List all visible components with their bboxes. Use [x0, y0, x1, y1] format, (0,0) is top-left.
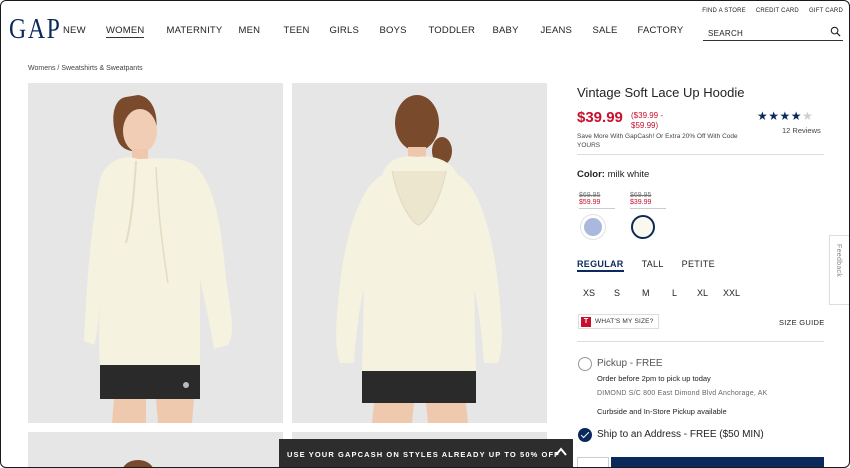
star-empty-icon: ★ [802, 109, 814, 123]
nav-item-teen[interactable]: TEEN [283, 25, 329, 38]
model-back-illustration [292, 83, 547, 423]
whats-my-size-label: WHAT'S MY SIZE? [595, 318, 654, 325]
gift-card-link[interactable]: GIFT CARD [809, 8, 843, 14]
add-to-bag-button[interactable] [611, 457, 824, 467]
search-box [703, 23, 843, 42]
swatch-price-2: $69.95 $39.99 [630, 192, 668, 209]
color-value: milk white [607, 169, 650, 180]
nav-item-new[interactable]: NEW [63, 25, 106, 38]
size-guide-link[interactable]: SIZE GUIDE [779, 318, 825, 327]
price-range-line1: ($39.99 - [631, 111, 664, 120]
star-icon: ★ [768, 109, 780, 123]
gapcash-banner[interactable]: USE YOUR GAPCASH ON STYLES ALREADY UP TO… [279, 439, 573, 467]
price-range-line2: $59.99) [631, 121, 659, 130]
swatch-light-blue[interactable] [581, 215, 605, 239]
product-title: Vintage Soft Lace Up Hoodie [577, 85, 745, 100]
chevron-up-icon[interactable] [555, 447, 567, 457]
size-xs[interactable]: XS [583, 288, 595, 298]
nav-item-sale[interactable]: SALE [592, 25, 637, 38]
size-m[interactable]: M [642, 288, 650, 298]
product-image-3[interactable] [28, 432, 283, 467]
star-icon: ★ [757, 109, 769, 123]
swatch-new-price: $39.99 [630, 199, 666, 209]
ship-label: Ship to an Address - FREE ($50 MIN) [597, 429, 764, 440]
size-xxl[interactable]: XXL [723, 288, 740, 298]
search-icon[interactable] [830, 26, 841, 37]
pickup-store[interactable]: DIMOND S/C 800 East Dimond Blvd Anchorag… [597, 390, 767, 397]
size-s[interactable]: S [614, 288, 620, 298]
swatch-old-price: $69.95 [630, 192, 652, 199]
gapcash-banner-text: USE YOUR GAPCASH ON STYLES ALREADY UP TO… [287, 450, 560, 459]
size-l[interactable]: L [672, 288, 677, 298]
color-label-key: Color: [577, 169, 605, 180]
swatch-milk-white[interactable] [631, 215, 655, 239]
nav-item-girls[interactable]: GIRLS [329, 25, 379, 38]
search-input[interactable] [703, 25, 821, 42]
product-image-back[interactable] [292, 83, 547, 423]
purchase-controls [577, 457, 824, 467]
pickup-label: Pickup - FREE [597, 358, 663, 369]
nav-item-toddler[interactable]: TODDLER [428, 25, 492, 38]
whats-my-size-button[interactable]: T WHAT'S MY SIZE? [578, 314, 659, 329]
pickup-cutoff: Order before 2pm to pick up today [597, 374, 711, 383]
size-xl[interactable]: XL [697, 288, 708, 298]
swatch-price-1: $69.95 $59.99 [579, 192, 617, 209]
rating-stars[interactable]: ★★★★★ [757, 109, 813, 123]
feedback-tab[interactable]: Feedback [829, 235, 849, 305]
tab-tall[interactable]: TALL [642, 259, 664, 272]
ship-radio[interactable] [578, 428, 592, 442]
divider [577, 341, 824, 342]
gap-logo[interactable]: GAP [9, 13, 61, 46]
tab-petite[interactable]: PETITE [682, 259, 715, 272]
model-front-illustration [28, 83, 283, 423]
tab-regular[interactable]: REGULAR [577, 259, 624, 272]
divider [577, 154, 824, 155]
nav-item-factory[interactable]: FACTORY [637, 25, 683, 38]
star-icon: ★ [790, 109, 803, 123]
promo-text: Save More With GapCash! Or Extra 20% Off… [577, 133, 738, 149]
credit-card-link[interactable]: CREDIT CARD [756, 8, 799, 14]
swatch-new-price: $59.99 [579, 199, 615, 209]
star-icon: ★ [779, 109, 791, 123]
fit-tabs: REGULAR TALL PETITE [577, 259, 715, 272]
color-label: Color: milk white [577, 169, 649, 180]
main-nav: NEW WOMEN MATERNITY MEN TEEN GIRLS BOYS … [63, 25, 683, 38]
breadcrumb[interactable]: Womens / Sweatshirts & Sweatpants [28, 65, 143, 72]
browser-frame: GAP NEW WOMEN MATERNITY MEN TEEN GIRLS B… [0, 0, 850, 468]
price-range: ($39.99 - $59.99) [631, 111, 677, 131]
curbside-note: Curbside and In-Store Pickup available [597, 407, 727, 416]
true-fit-icon: T [581, 316, 591, 327]
nav-item-jeans[interactable]: JEANS [540, 25, 592, 38]
current-price: $39.99 [577, 109, 623, 126]
find-a-store-link[interactable]: FIND A STORE [702, 8, 746, 14]
quantity-selector[interactable] [577, 457, 609, 467]
nav-item-men[interactable]: MEN [238, 25, 283, 38]
reviews-link[interactable]: 12 Reviews [782, 126, 821, 135]
nav-item-baby[interactable]: BABY [492, 25, 540, 38]
feedback-label: Feedback [835, 244, 842, 278]
nav-item-boys[interactable]: BOYS [379, 25, 428, 38]
model-thumb-illustration-3 [28, 432, 283, 467]
product-image-front[interactable] [28, 83, 283, 423]
nav-item-maternity[interactable]: MATERNITY [166, 25, 238, 38]
pickup-radio[interactable] [578, 357, 592, 371]
swatch-old-price: $69.95 [579, 192, 601, 199]
utility-links: FIND A STORE CREDIT CARD GIFT CARD [702, 8, 843, 14]
nav-item-women[interactable]: WOMEN [106, 25, 145, 38]
